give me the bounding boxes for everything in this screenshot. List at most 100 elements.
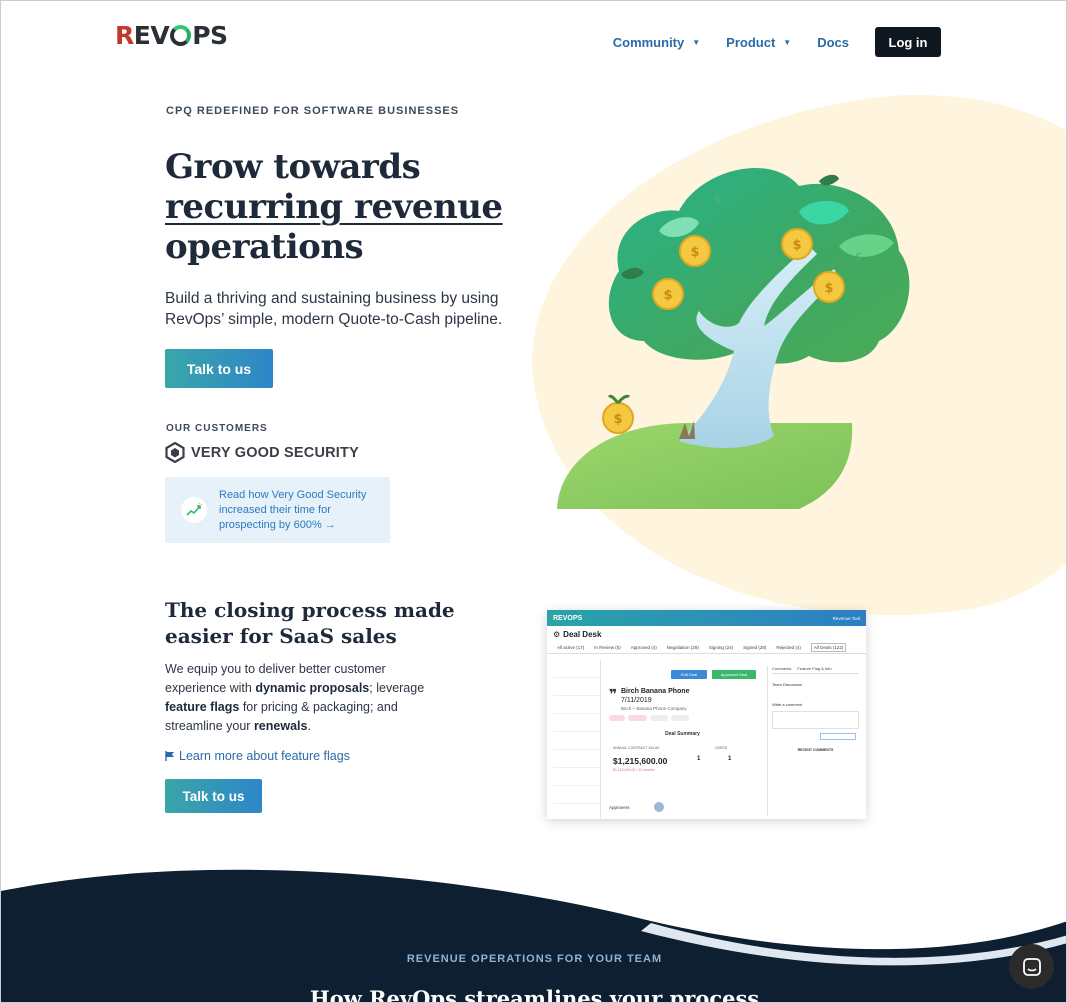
app-preview-title-text: Deal Desk: [563, 629, 602, 639]
login-button[interactable]: Log in: [875, 27, 941, 57]
list-item: [553, 732, 600, 750]
deal-company: Birch + Banana Phone Company: [621, 706, 687, 711]
footer-title: How RevOps streamlines your process: [309, 986, 760, 1003]
list-item: [553, 678, 600, 696]
app-tab: In Review (5): [594, 645, 621, 650]
app-tab: Rejected (4): [776, 645, 801, 650]
logo-o-icon: [170, 24, 192, 46]
approved-deal-button: Approved Deal: [712, 670, 756, 679]
talk-to-us-button[interactable]: Talk to us: [165, 349, 273, 388]
footer-wave-background: [1, 869, 1066, 1002]
list-item: [553, 696, 600, 714]
closing-section-title: The closing process made easier for SaaS…: [165, 598, 455, 648]
list-item: [553, 750, 600, 768]
customers-label: OUR CUSTOMERS: [166, 423, 268, 434]
customer-name: VERY GOOD SECURITY: [191, 444, 359, 461]
app-tab: All active (17): [557, 645, 585, 650]
nav-docs-label: Docs: [817, 34, 849, 50]
case-study-card[interactable]: Read how Very Good Security increased th…: [165, 477, 390, 543]
app-preview-title: ⚙ Deal Desk: [547, 626, 866, 642]
chat-launcher-button[interactable]: [1009, 944, 1054, 989]
nav-product[interactable]: Product ▼: [726, 27, 791, 57]
deal-name: Birch Banana Phone: [621, 688, 690, 695]
app-preview-comments-panel: Comments Feature Flag & Info Team Discus…: [767, 666, 859, 816]
comments-tab: Comments: [772, 666, 792, 671]
nav-product-label: Product: [726, 34, 776, 50]
flag-icon: [165, 751, 174, 761]
users-value: 1: [728, 756, 732, 762]
deal-date: 7/11/2019: [621, 697, 652, 704]
status-badge: [671, 715, 689, 721]
team-discussion-label: Team Discussion: [772, 682, 803, 687]
app-tab: Approved (4): [630, 645, 657, 650]
feature-flags-link-label: Learn more about feature flags: [179, 749, 350, 763]
list-item: [553, 786, 600, 804]
body-text: ; leverage: [369, 681, 425, 695]
svg-text:$: $: [824, 281, 833, 296]
hero-title-line3: operations: [165, 227, 364, 267]
status-badge: [650, 715, 669, 721]
feature-flags-link[interactable]: Learn more about feature flags: [165, 749, 350, 763]
hero-title-line2: recurring revenue: [165, 187, 503, 227]
list-item: [553, 714, 600, 732]
deal-summary-label: Deal Summary: [665, 731, 700, 737]
add-comment-button: [820, 733, 856, 740]
avatar: [653, 801, 665, 813]
app-tab: Signed (28): [743, 645, 767, 650]
approvers-label: Approvers: [609, 805, 630, 810]
list-item: [553, 660, 600, 678]
body-emphasis: renewals: [253, 719, 308, 733]
hero-eyebrow: CPQ REDEFINED FOR SOFTWARE BUSINESSES: [166, 105, 460, 117]
deal-desk-icon: ⚙: [553, 629, 561, 639]
acv-label: ANNUAL CONTRACT VALUE: [613, 746, 660, 750]
svg-text:$: $: [690, 245, 699, 260]
body-emphasis: dynamic proposals: [255, 681, 370, 695]
page: REVPS Community ▼ Product ▼ Docs Log in: [0, 0, 1067, 1003]
app-preview-topbar: REVOPS Revenue Tool: [547, 610, 866, 626]
quote-icon: ❞: [609, 686, 618, 702]
coin-icon: $: [813, 271, 845, 303]
svg-text:$: $: [792, 238, 801, 253]
money-tree-illustration: $ $ $ $ $ $ $: [557, 167, 910, 509]
acv-sub: $1,215,600.00 / 12 months: [613, 768, 655, 772]
logo-wordmark: REV PS: [115, 20, 228, 50]
body-emphasis: feature flags: [165, 700, 240, 714]
edit-deal-button: Edit Deal: [671, 670, 707, 679]
write-comment-label: Write a comment: [772, 702, 803, 707]
talk-to-us-button-secondary[interactable]: Talk to us: [165, 779, 262, 813]
comment-textarea: [772, 711, 859, 729]
deal-status-pills: [609, 715, 759, 721]
svg-text:$: $: [613, 412, 622, 427]
recent-comments-label: RECENT COMMENTS: [797, 748, 834, 752]
main-nav: Community ▼ Product ▼ Docs Log in: [613, 27, 941, 57]
hero-title: Grow towards recurring revenue operation…: [165, 147, 565, 267]
footer-eyebrow: REVENUE OPERATIONS FOR YOUR TEAM: [406, 953, 663, 965]
hero-subtitle: Build a thriving and sustaining business…: [165, 290, 503, 328]
app-preview-tabs: All active (17) In Review (5) Approved (…: [547, 642, 866, 654]
chevron-down-icon: ▼: [783, 37, 792, 47]
app-tab: Signing (24): [708, 645, 734, 650]
coin-icon: $: [602, 394, 634, 434]
app-preview-deal-list: [553, 660, 601, 819]
users-label: USERS: [715, 746, 728, 750]
nav-docs[interactable]: Docs: [817, 27, 849, 57]
app-tab: Negotiation (29): [666, 645, 699, 650]
app-preview-deal-detail: Edit Deal Approved Deal ❞ Birch Banana P…: [605, 668, 760, 818]
vgs-hexagon-icon: [165, 442, 185, 463]
body-text: .: [307, 719, 311, 733]
comments-tabs: Comments Feature Flag & Info: [772, 666, 859, 674]
svg-text:$: $: [714, 192, 722, 206]
closing-section-body: We equip you to deliver better customer …: [165, 660, 445, 736]
app-tab-active: All Deals (122): [810, 643, 847, 652]
hero-title-line1: Grow towards: [165, 147, 421, 187]
nav-community[interactable]: Community ▼: [613, 27, 700, 57]
feature-flags-tab: Feature Flag & Info: [797, 666, 832, 671]
list-item: [553, 768, 600, 786]
case-study-link: Read how Very Good Security increased th…: [219, 488, 367, 531]
status-badge: [609, 715, 625, 721]
chevron-down-icon: ▼: [692, 37, 701, 47]
coin-icon: $: [781, 228, 813, 260]
acv-value: $1,215,600.00: [613, 756, 668, 766]
revops-logo[interactable]: REV PS: [115, 20, 228, 50]
chat-icon: [1022, 957, 1041, 976]
